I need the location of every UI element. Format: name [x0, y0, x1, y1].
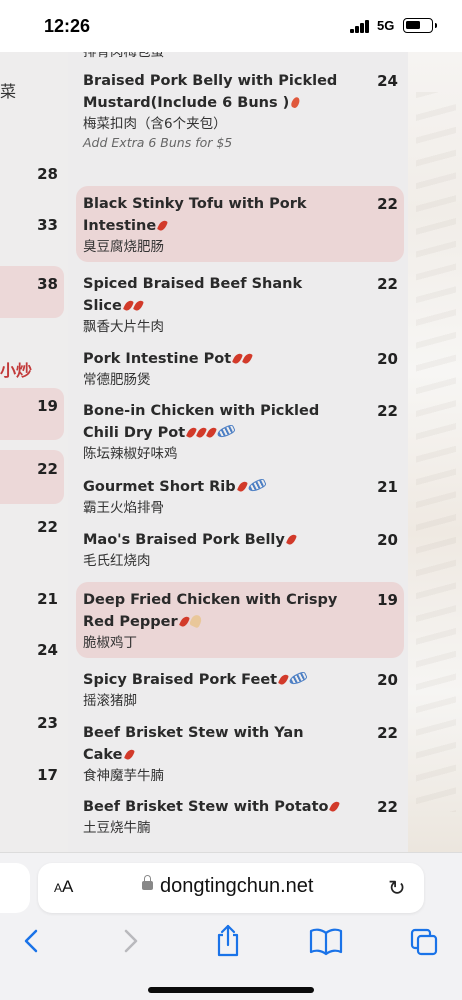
item-name-en: Braised Pork Belly with Pickled Mustard(… [83, 73, 338, 111]
item-name-cn: 常德肥肠煲 [83, 372, 151, 388]
item-price: 22 [377, 195, 398, 213]
menu-item[interactable]: Beef Brisket Stew with Yan Cake 食神魔芋牛腩 [83, 722, 343, 786]
chicken-drumstick-icon [188, 613, 203, 629]
item-name-cn: 飘香大片牛肉 [83, 319, 164, 335]
menu-item[interactable]: Spicy Braised Pork Feet 摇滚猪脚 [83, 669, 343, 711]
item-name-en: Gourmet Short Rib [83, 476, 343, 498]
left-price: 22 [37, 518, 58, 536]
mild-pepper-icon [290, 96, 302, 109]
item-name-cn: 梅菜扣肉（含6个夹包） [83, 116, 227, 132]
item-price: 19 [377, 591, 398, 609]
chili-pepper-icon [186, 426, 198, 439]
menu-item[interactable]: Mao's Braised Pork Belly 毛氏红烧肉 [83, 529, 343, 571]
left-section-heading-stirfry: 小炒 [0, 361, 33, 380]
left-price: 24 [37, 641, 58, 659]
forward-icon[interactable] [116, 923, 144, 959]
bookmarks-icon[interactable] [308, 923, 344, 959]
url-text[interactable]: dongtingchun.net [160, 875, 313, 898]
item-name-cn: 陈坛辣椒好味鸡 [83, 446, 178, 462]
chili-pepper-icon [196, 426, 208, 439]
item-name-en: Mao's Braised Pork Belly [83, 529, 343, 551]
menu-item[interactable]: Bone-in Chicken with Pickled Chili Dry P… [83, 400, 343, 464]
item-note: Add Extra 6 Buns for $5 [83, 135, 233, 150]
left-price: 17 [37, 766, 58, 784]
item-price: 22 [377, 798, 398, 816]
item-price: 20 [377, 671, 398, 689]
browser-nav-row [0, 923, 462, 963]
item-name-cn: 摇滚猪脚 [83, 693, 137, 709]
tabs-icon[interactable] [408, 923, 440, 959]
item-name-en: Beef Brisket Stew with Yan Cake [83, 725, 304, 763]
reload-icon[interactable]: ↻ [388, 876, 406, 900]
chili-pepper-icon [232, 352, 244, 365]
item-name-en: Pork Intestine Pot [83, 348, 343, 370]
share-icon[interactable] [212, 923, 244, 959]
chili-pepper-icon [236, 480, 248, 493]
address-bar[interactable]: AA dongtingchun.net ↻ [38, 863, 424, 913]
chili-pepper-icon [329, 800, 341, 813]
cellular-signal-icon [350, 20, 372, 33]
item-name-cn: 脆椒鸡丁 [83, 635, 137, 651]
fish-icon [288, 670, 309, 687]
menu-item[interactable]: Deep Fried Chicken with Crispy Red Peppe… [83, 589, 343, 653]
item-name-en: Bone-in Chicken with Pickled Chili Dry P… [83, 403, 320, 441]
chili-pepper-icon [242, 352, 254, 365]
menu-item[interactable]: Gourmet Short Rib 霸王火焰排骨 [83, 476, 343, 518]
chili-pepper-icon [123, 748, 135, 761]
menu-item[interactable]: Beef Brisket Stew with Potato 土豆烧牛腩 [83, 796, 343, 838]
web-content[interactable]: 菜 小炒 28 33 38 19 22 22 21 24 23 17 排骨肉梅包… [0, 52, 462, 852]
fish-icon [216, 423, 237, 440]
menu-item[interactable]: Spiced Braised Beef Shank Slice 飘香大片牛肉 [83, 273, 343, 337]
home-indicator [148, 987, 314, 993]
item-name-en: Spiced Braised Beef Shank Slice [83, 276, 303, 314]
left-section-heading: 菜 [0, 82, 17, 101]
chili-pepper-icon [278, 673, 290, 686]
item-name-en: Beef Brisket Stew with Potato [83, 796, 343, 818]
item-price: 20 [377, 531, 398, 549]
item-name-cn: 土豆烧牛腩 [83, 820, 151, 836]
left-price: 33 [37, 216, 58, 234]
reader-text-size-button[interactable]: AA [54, 877, 73, 897]
chili-pepper-icon [157, 219, 169, 232]
back-icon[interactable] [18, 923, 46, 959]
item-name-cn: 霸王火焰排骨 [83, 500, 164, 516]
left-price: 38 [37, 275, 58, 293]
item-price: 21 [377, 478, 398, 496]
status-bar: 12:26 5G [0, 0, 462, 52]
battery-icon [403, 18, 437, 33]
item-name-en: Spicy Braised Pork Feet [83, 669, 343, 691]
left-price: 19 [37, 397, 58, 415]
fish-icon [246, 477, 267, 494]
menu-item[interactable]: Pork Intestine Pot 常德肥肠煲 [83, 348, 343, 390]
lock-icon [142, 875, 153, 890]
item-name-cn: 臭豆腐烧肥肠 [83, 239, 164, 255]
network-type: 5G [377, 18, 395, 33]
item-price: 22 [377, 402, 398, 420]
item-name-cn: 食神魔芋牛腩 [83, 768, 164, 784]
menu-item[interactable]: Braised Pork Belly with Pickled Mustard(… [83, 70, 343, 151]
item-name-en: Black Stinky Tofu with Pork Intestine [83, 196, 307, 234]
decorative-background-art [408, 52, 462, 852]
item-price: 20 [377, 350, 398, 368]
left-price: 21 [37, 590, 58, 608]
left-price: 23 [37, 714, 58, 732]
partial-item-cn: 排骨肉梅包蛋 [83, 52, 164, 60]
left-price: 22 [37, 460, 58, 478]
item-name-en: Deep Fried Chicken with Crispy Red Peppe… [83, 592, 338, 630]
chili-pepper-icon [206, 426, 218, 439]
safari-toolbar: AA dongtingchun.net ↻ [0, 852, 462, 1000]
previous-tab-pill[interactable] [0, 863, 30, 913]
item-price: 22 [377, 275, 398, 293]
left-price: 28 [37, 165, 58, 183]
chili-pepper-icon [178, 615, 190, 628]
chili-pepper-icon [285, 533, 297, 546]
item-price: 22 [377, 724, 398, 742]
chili-pepper-icon [132, 299, 144, 312]
chili-pepper-icon [122, 299, 134, 312]
menu-item[interactable]: Black Stinky Tofu with Pork Intestine 臭豆… [83, 193, 343, 257]
item-name-cn: 毛氏红烧肉 [83, 553, 151, 569]
status-time: 12:26 [44, 16, 91, 36]
item-price: 24 [377, 72, 398, 90]
